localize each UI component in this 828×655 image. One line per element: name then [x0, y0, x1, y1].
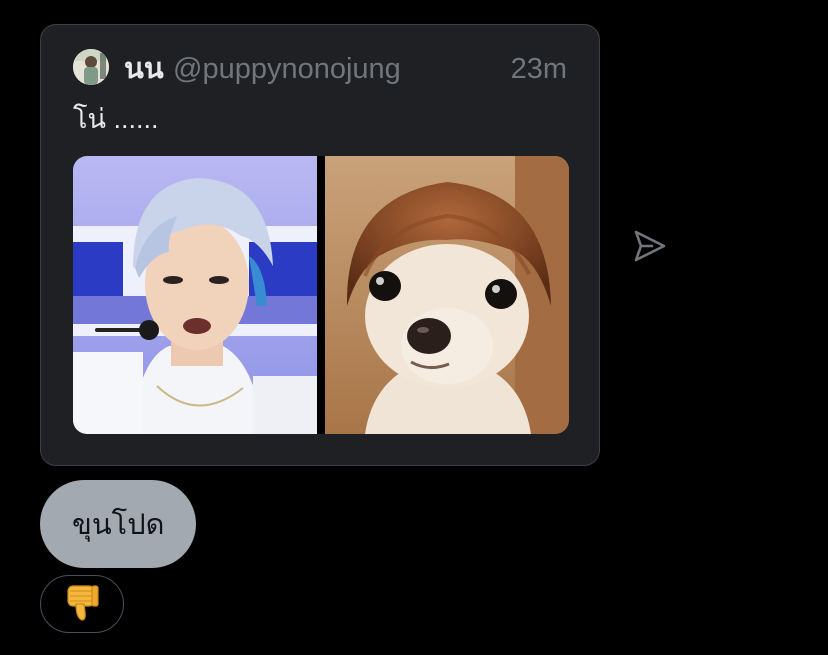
message-bubble[interactable]: ขุนโปด	[40, 480, 197, 568]
person-photo[interactable]	[73, 156, 317, 434]
author-name: นน	[124, 53, 164, 85]
message-text: ขุนโปด	[72, 509, 165, 541]
send-icon[interactable]	[632, 228, 668, 264]
tweet-text: โน่ ......	[73, 104, 159, 134]
author-handle: @puppynonojung	[173, 53, 401, 85]
author-avatar[interactable]	[73, 49, 109, 85]
tweet-media[interactable]	[73, 156, 569, 434]
dog-with-wig-photo[interactable]	[325, 156, 569, 434]
thumbs-down-icon	[62, 582, 102, 627]
quoted-tweet-card[interactable]: นน @puppynonojung 23m โน่ ......	[40, 24, 600, 466]
reaction-button[interactable]	[40, 575, 124, 633]
timestamp: 23m	[510, 53, 567, 85]
